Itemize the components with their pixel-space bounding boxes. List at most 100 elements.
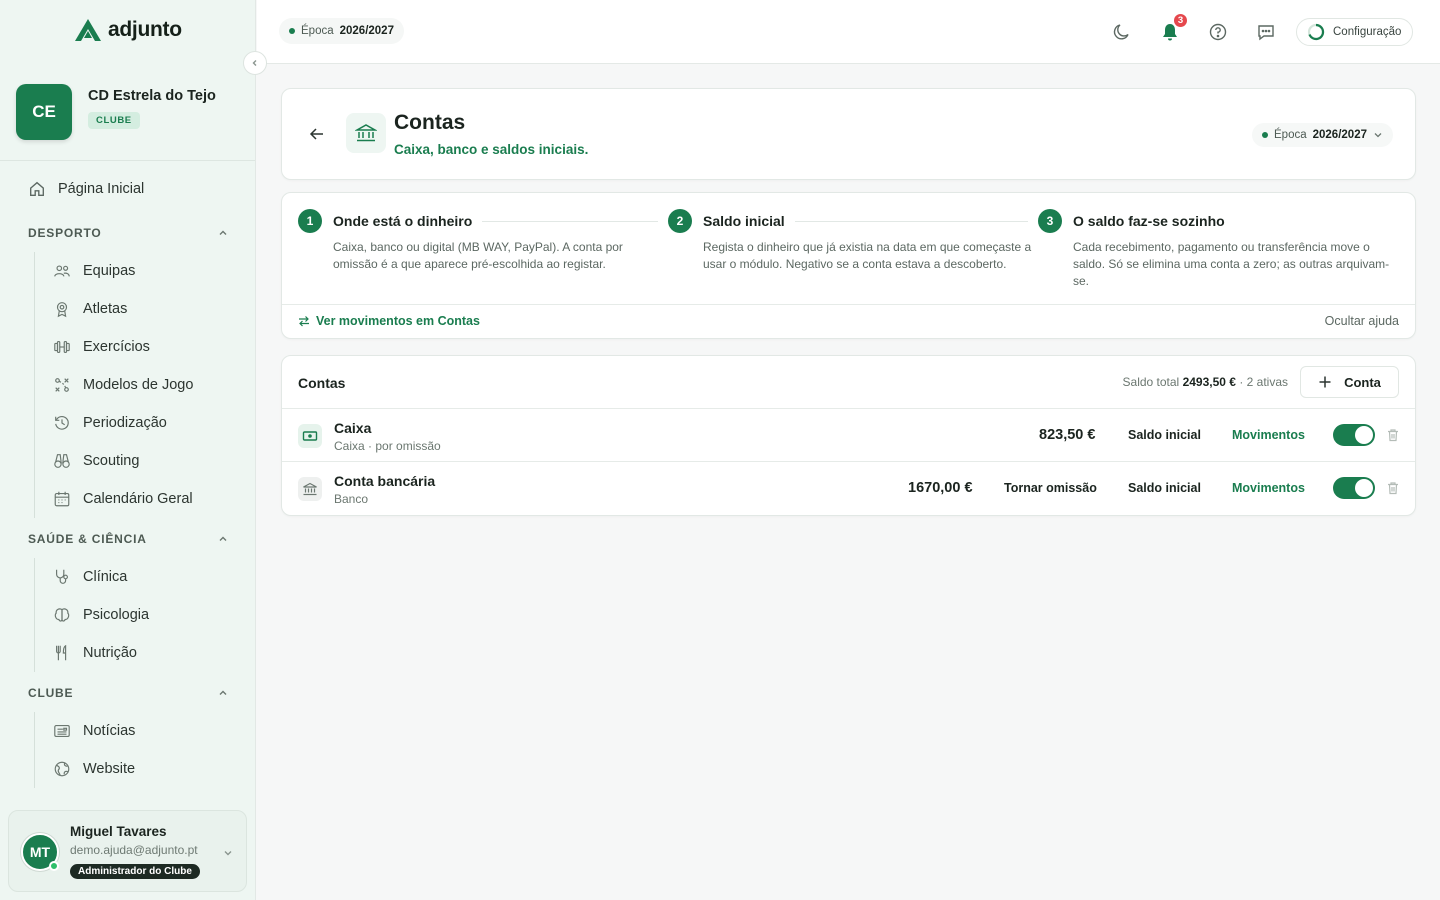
help-button[interactable] [1206, 20, 1230, 44]
bank-icon [355, 124, 377, 142]
help-circle-icon [1209, 23, 1227, 41]
accounts-panel: Contas Saldo total 2493,50 € · 2 ativas … [281, 355, 1416, 516]
hide-help-button[interactable]: Ocultar ajuda [1325, 314, 1399, 328]
account-type-icon [298, 424, 322, 448]
user-email: demo.ajuda@adjunto.pt [70, 843, 198, 857]
step-title: Onde está o dinheiro [333, 213, 483, 229]
sidebar-item-nutricao[interactable]: Nutrição [35, 634, 149, 672]
step-description: Regista o dinheiro que já existia na dat… [703, 240, 1032, 271]
plus-icon [1319, 376, 1331, 388]
account-balance: 1670,00 € [908, 480, 973, 496]
sidebar-item-home[interactable]: Página Inicial [28, 180, 144, 198]
sidebar-item-noticias[interactable]: Notícias [35, 712, 135, 750]
step-number: 1 [298, 209, 322, 233]
cash-icon [302, 431, 318, 441]
initial-balance-button[interactable]: Saldo inicial [1128, 481, 1201, 495]
page-title: Contas [394, 111, 466, 134]
step-description: Caixa, banco ou digital (MB WAY, PayPal)… [333, 240, 623, 271]
account-name: Caixa [334, 420, 372, 436]
sidebar-item-label: Calendário Geral [83, 491, 193, 507]
step-number: 2 [668, 209, 692, 233]
movements-link[interactable]: Movimentos [1232, 481, 1305, 495]
sidebar-collapse-button[interactable] [243, 51, 267, 75]
user-menu[interactable]: MT Miguel Tavares demo.ajuda@adjunto.pt … [8, 810, 247, 892]
section-desporto[interactable]: DESPORTO [28, 226, 228, 240]
trash-icon [1388, 482, 1398, 495]
active-toggle[interactable] [1333, 424, 1375, 446]
club-badge: CLUBE [88, 112, 140, 129]
chevron-up-icon [219, 690, 227, 695]
sidebar-item-website[interactable]: Website [35, 750, 135, 788]
home-icon [30, 181, 44, 196]
movements-link[interactable]: Movimentos [1232, 428, 1305, 442]
club-switcher[interactable]: CE CD Estrela do Tejo CLUBE [16, 84, 216, 140]
account-balance: 823,50 € [1039, 427, 1096, 443]
add-account-button[interactable]: Conta [1300, 366, 1399, 398]
globe-icon [54, 761, 70, 777]
notifications-button[interactable]: 3 [1158, 12, 1189, 44]
messages-button[interactable] [1254, 20, 1278, 44]
sidebar-item-label: Exercícios [83, 339, 150, 355]
sidebar-item-exercicios[interactable]: Exercícios [35, 328, 193, 366]
configuration-button[interactable]: Configuração [1296, 18, 1414, 46]
page-subtitle: Caixa, banco e saldos iniciais. [394, 142, 589, 157]
sidebar-item-label: Equipas [83, 263, 136, 279]
sidebar-item-calendario-geral[interactable]: Calendário Geral [35, 480, 193, 518]
sidebar-item-periodizacao[interactable]: Periodização [35, 404, 193, 442]
account-meta: Banco [334, 492, 369, 506]
sidebar-item-label: Scouting [83, 453, 140, 469]
back-button[interactable] [308, 125, 326, 148]
page-season-selector[interactable]: Época 2026/2027 [1252, 123, 1393, 147]
account-name: Conta bancária [334, 473, 436, 489]
binoculars-icon [54, 454, 70, 468]
delete-button[interactable] [1386, 481, 1400, 500]
chevron-down-icon [1374, 133, 1382, 138]
configuration-label: Configuração [1333, 26, 1402, 38]
view-movements-link[interactable]: Ver movimentos em Contas [298, 314, 480, 328]
user-name: Miguel Tavares [70, 824, 167, 839]
chevron-left-icon [252, 60, 257, 66]
season-label: Época [301, 25, 334, 37]
adjunto-logo-icon [75, 19, 101, 41]
sidebar-item-modelos-de-jogo[interactable]: Modelos de Jogo [35, 366, 193, 404]
moon-icon [1113, 24, 1129, 40]
sidebar-item-equipas[interactable]: Equipas [35, 252, 193, 290]
accounts-title: Contas [298, 375, 346, 391]
dark-mode-toggle[interactable] [1110, 20, 1134, 44]
bank-icon [303, 482, 317, 496]
sidebar-item-scouting[interactable]: Scouting [35, 442, 193, 480]
make-default-button[interactable]: Tornar omissão [1004, 481, 1097, 495]
help-footer: Ver movimentos em Contas Ocultar ajuda [282, 304, 1415, 338]
sidebar-item-psicologia[interactable]: Psicologia [35, 596, 149, 634]
brand-logo[interactable]: adjunto [74, 18, 182, 42]
sidebar-item-label: Modelos de Jogo [83, 377, 194, 393]
nav-group-clube: Notícias Website [34, 712, 135, 788]
step-description: Cada recebimento, pagamento ou transferê… [1073, 240, 1390, 288]
dumbbell-icon [54, 341, 70, 353]
sidebar-item-atletas[interactable]: Atletas [35, 290, 193, 328]
sidebar-item-clinica[interactable]: Clínica [35, 558, 149, 596]
season-label: Época [1274, 129, 1307, 141]
delete-button[interactable] [1386, 428, 1400, 447]
newspaper-icon [54, 725, 70, 737]
team-icon [54, 265, 70, 277]
active-toggle[interactable] [1333, 477, 1375, 499]
section-saude-ciencia[interactable]: SAÚDE & CIÊNCIA [28, 532, 228, 546]
initial-balance-button[interactable]: Saldo inicial [1128, 428, 1201, 442]
view-movements-label: Ver movimentos em Contas [316, 314, 480, 328]
help-panel: 1 Onde está o dinheiro Caixa, banco ou d… [281, 192, 1416, 339]
transfer-arrows-icon [299, 316, 309, 327]
step-title: O saldo faz-se sozinho [1073, 213, 1235, 229]
page-header: Contas Caixa, banco e saldos iniciais. É… [281, 88, 1416, 180]
progress-ring-icon [1307, 23, 1325, 41]
status-dot [289, 28, 295, 34]
total-label: Saldo total [1122, 375, 1180, 389]
sidebar-item-label: Página Inicial [58, 181, 145, 197]
calendar-icon [54, 491, 70, 507]
active-count: · 2 ativas [1239, 375, 1288, 389]
total-value: 2493,50 € [1182, 375, 1236, 389]
section-clube[interactable]: CLUBE [28, 686, 228, 700]
history-icon [55, 416, 69, 430]
season-selector[interactable]: Época 2026/2027 [279, 18, 404, 44]
account-meta: Caixa · por omissão [334, 439, 441, 453]
